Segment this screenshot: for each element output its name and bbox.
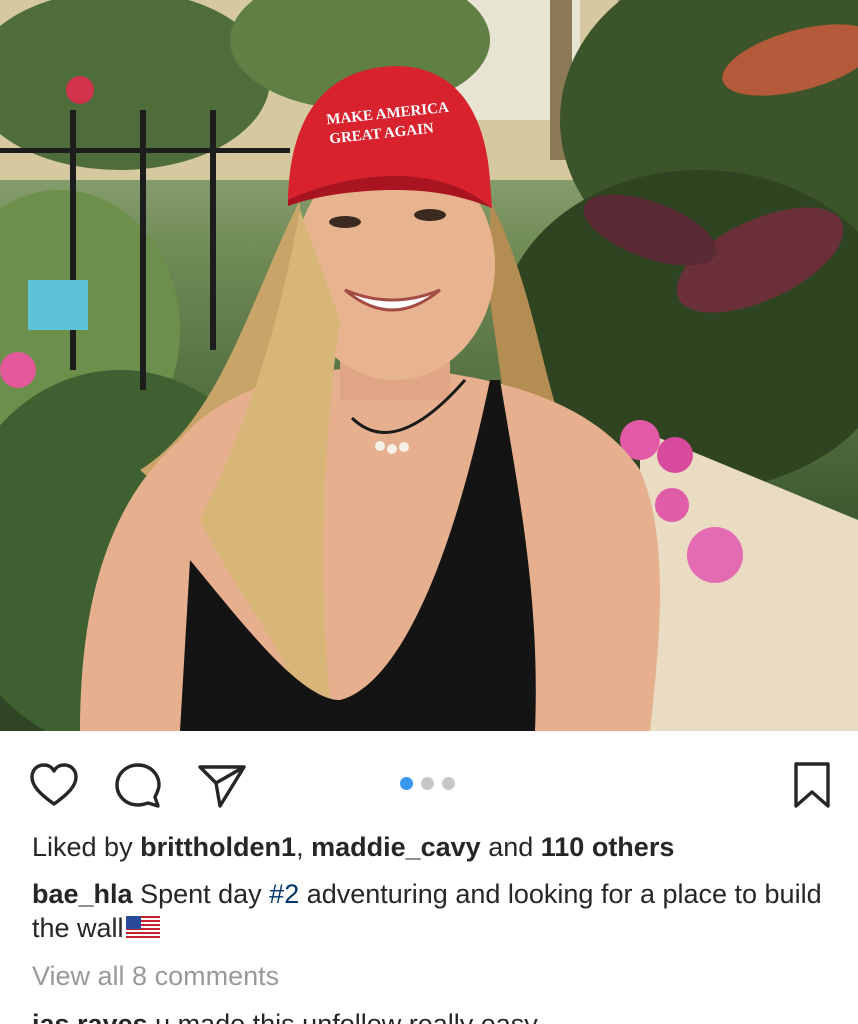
likes-separator: ,	[296, 832, 312, 862]
liker-username-link[interactable]: brittholden1	[140, 832, 296, 862]
post-photo-illustration: MAKE AMERICA GREAT AGAIN	[0, 0, 858, 731]
caption-username-link[interactable]: bae_hla	[32, 879, 133, 909]
post-caption: bae_hla Spent day #2 adventuring and loo…	[32, 877, 832, 945]
heart-outline-icon[interactable]	[26, 758, 82, 814]
instagram-post: MAKE AMERICA GREAT AGAIN Liked by britth…	[0, 0, 858, 1024]
speech-bubble-icon[interactable]	[110, 758, 166, 814]
comment-preview: jas.rayes u made this unfollow really ea…	[32, 1007, 852, 1024]
caption-text: Spent day	[132, 879, 270, 909]
paper-plane-icon[interactable]	[194, 758, 250, 814]
likes-others-link[interactable]: 110 others	[541, 832, 675, 862]
comment-text: u made this unfollow really easy	[147, 1009, 538, 1024]
carousel-dot-active	[400, 776, 413, 790]
carousel-dot	[442, 776, 455, 790]
bookmark-icon[interactable]	[786, 758, 838, 814]
post-action-bar	[0, 731, 858, 831]
liker-username-link[interactable]: maddie_cavy	[311, 832, 481, 862]
likes-middle: and	[480, 832, 541, 862]
likes-summary: Liked by brittholden1, maddie_cavy and 1…	[32, 830, 832, 864]
post-photo[interactable]: MAKE AMERICA GREAT AGAIN	[0, 0, 858, 731]
likes-prefix: Liked by	[32, 832, 141, 862]
carousel-dot	[421, 776, 434, 790]
carousel-indicator	[400, 775, 455, 791]
us-flag-emoji	[125, 916, 160, 940]
view-all-comments-link[interactable]: View all 8 comments	[32, 959, 279, 993]
comment-username-link[interactable]: jas.rayes	[32, 1009, 148, 1024]
hashtag-link[interactable]: #2	[269, 879, 299, 909]
